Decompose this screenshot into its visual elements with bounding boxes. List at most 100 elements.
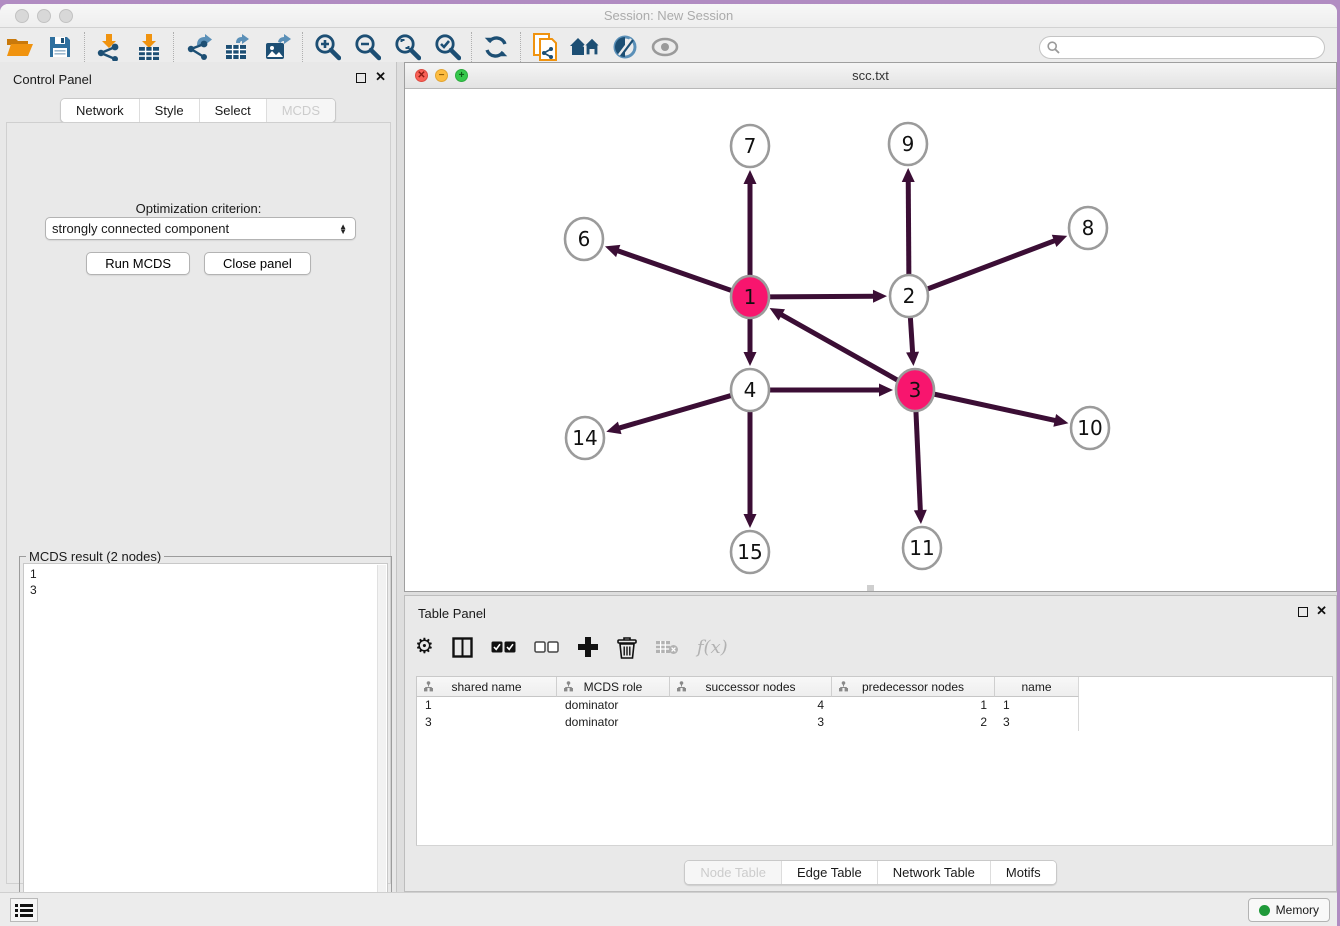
column-header-shared-name[interactable]: shared name	[417, 677, 557, 697]
search-field-wrap	[1039, 36, 1325, 59]
graph-node-10[interactable]: 10	[1071, 407, 1109, 449]
graph-node-9[interactable]: 9	[889, 123, 927, 165]
zoom-selected-button[interactable]	[427, 30, 467, 64]
column-header-mcds-role[interactable]: MCDS role	[557, 677, 670, 697]
float-panel-icon[interactable]	[1298, 607, 1308, 617]
import-network-icon	[95, 33, 123, 61]
tab-edge-table[interactable]: Edge Table	[782, 861, 878, 884]
column-header-successor-nodes[interactable]: successor nodes	[670, 677, 832, 697]
arrowhead-icon	[914, 510, 927, 524]
tab-node-table[interactable]: Node Table	[685, 861, 782, 884]
import-table-button[interactable]	[129, 30, 169, 64]
export-network-icon	[184, 33, 212, 61]
open-session-button[interactable]	[0, 30, 40, 64]
float-panel-icon[interactable]	[356, 73, 366, 83]
zoom-in-button[interactable]	[307, 30, 347, 64]
table-panel-title: Table Panel	[418, 606, 486, 621]
tab-mcds[interactable]: MCDS	[267, 99, 335, 122]
save-session-button[interactable]	[40, 30, 80, 64]
edge-1-2[interactable]	[767, 296, 875, 297]
copy-network-button[interactable]	[525, 30, 565, 64]
edge-3-1[interactable]	[780, 314, 900, 381]
task-history-button[interactable]	[10, 898, 38, 922]
column-header-predecessor-nodes[interactable]: predecessor nodes	[832, 677, 995, 697]
graph-node-8[interactable]: 8	[1069, 207, 1107, 249]
export-network-button[interactable]	[178, 30, 218, 64]
table-header-row: shared name MCDS role successor nodes	[417, 677, 1332, 697]
network-graph: 1 2 3 4 6 7 8 9 10 11 14 15	[405, 89, 1336, 591]
table-row[interactable]: 1 dominator 4 1 1	[417, 697, 1332, 714]
column-header-name[interactable]: name	[995, 677, 1079, 697]
graph-node-1[interactable]: 1	[731, 276, 769, 318]
show-columns-button[interactable]	[452, 637, 473, 658]
hierarchy-icon	[423, 681, 434, 692]
graph-node-11[interactable]: 11	[903, 527, 941, 569]
zoom-fit-button[interactable]	[387, 30, 427, 64]
apply-layout-button[interactable]	[476, 30, 516, 64]
svg-text:9: 9	[902, 132, 915, 156]
edge-3-11[interactable]	[916, 409, 921, 512]
graph-node-14[interactable]: 14	[566, 417, 604, 459]
export-table-button[interactable]	[218, 30, 258, 64]
memory-button[interactable]: Memory	[1248, 898, 1330, 922]
cell-predecessor-nodes: 2	[832, 714, 995, 731]
edge-1-6[interactable]	[616, 250, 733, 291]
tab-select[interactable]: Select	[200, 99, 267, 122]
graph-node-2[interactable]: 2	[890, 275, 928, 317]
add-row-button[interactable]	[577, 636, 599, 658]
close-panel-button[interactable]: Close panel	[204, 252, 311, 275]
tab-style[interactable]: Style	[140, 99, 200, 122]
graph-node-15[interactable]: 15	[731, 531, 769, 573]
export-image-icon	[264, 33, 292, 61]
deselect-all-button[interactable]	[534, 641, 559, 653]
run-mcds-button[interactable]: Run MCDS	[86, 252, 190, 275]
main-toolbar	[0, 29, 1337, 66]
graph-node-3[interactable]: 3	[896, 369, 934, 411]
criterion-select[interactable]: strongly connected component ▲▼	[45, 217, 356, 240]
edge-3-10[interactable]	[932, 394, 1057, 421]
table-row[interactable]: 3 dominator 3 2 3	[417, 714, 1332, 731]
svg-text:6: 6	[578, 227, 591, 251]
tab-network-table[interactable]: Network Table	[878, 861, 991, 884]
close-panel-icon[interactable]: ✕	[1316, 603, 1327, 619]
svg-text:7: 7	[744, 134, 757, 158]
canvas-scroll-handle[interactable]	[867, 585, 874, 591]
home-layout-button[interactable]	[565, 30, 605, 64]
table-toolbar: ⚙	[415, 626, 728, 668]
search-input[interactable]	[1039, 36, 1325, 59]
delete-table-button-disabled[interactable]	[655, 639, 679, 655]
network-window-titlebar[interactable]: ✕ − + scc.txt	[405, 63, 1336, 89]
edge-2-8[interactable]	[925, 240, 1056, 290]
control-panel: Control Panel ✕ Network Style Select MCD…	[0, 62, 397, 892]
unchecked-boxes-icon	[534, 641, 559, 653]
table-settings-button[interactable]: ⚙	[415, 637, 434, 657]
result-scrollbar[interactable]	[377, 565, 386, 926]
tab-network[interactable]: Network	[61, 99, 140, 122]
hide-panel-button[interactable]	[605, 30, 645, 64]
import-network-button[interactable]	[89, 30, 129, 64]
svg-text:2: 2	[903, 284, 916, 308]
toolbar-separator	[471, 32, 472, 62]
cell-name: 3	[995, 714, 1079, 731]
network-canvas[interactable]: 1 2 3 4 6 7 8 9 10 11 14 15	[405, 89, 1336, 591]
show-graphics-button[interactable]	[645, 30, 685, 64]
tab-motifs[interactable]: Motifs	[991, 861, 1056, 884]
edge-2-9[interactable]	[908, 180, 909, 277]
svg-text:15: 15	[737, 540, 762, 564]
arrowhead-icon	[744, 352, 757, 366]
edge-2-3[interactable]	[910, 315, 912, 354]
export-image-button[interactable]	[258, 30, 298, 64]
graph-node-4[interactable]: 4	[731, 369, 769, 411]
delete-table-icon	[655, 639, 679, 655]
zoom-out-button[interactable]	[347, 30, 387, 64]
trash-icon	[617, 636, 637, 659]
graph-node-7[interactable]: 7	[731, 125, 769, 167]
delete-row-button[interactable]	[617, 636, 637, 659]
select-all-button[interactable]	[491, 641, 516, 653]
edge-4-14[interactable]	[618, 395, 734, 429]
result-line: 1	[30, 566, 387, 582]
function-builder-button-disabled[interactable]: f(x)	[697, 637, 728, 658]
close-panel-icon[interactable]: ✕	[375, 69, 386, 85]
mcds-result-textarea[interactable]: 1 3	[23, 563, 388, 926]
graph-node-6[interactable]: 6	[565, 218, 603, 260]
